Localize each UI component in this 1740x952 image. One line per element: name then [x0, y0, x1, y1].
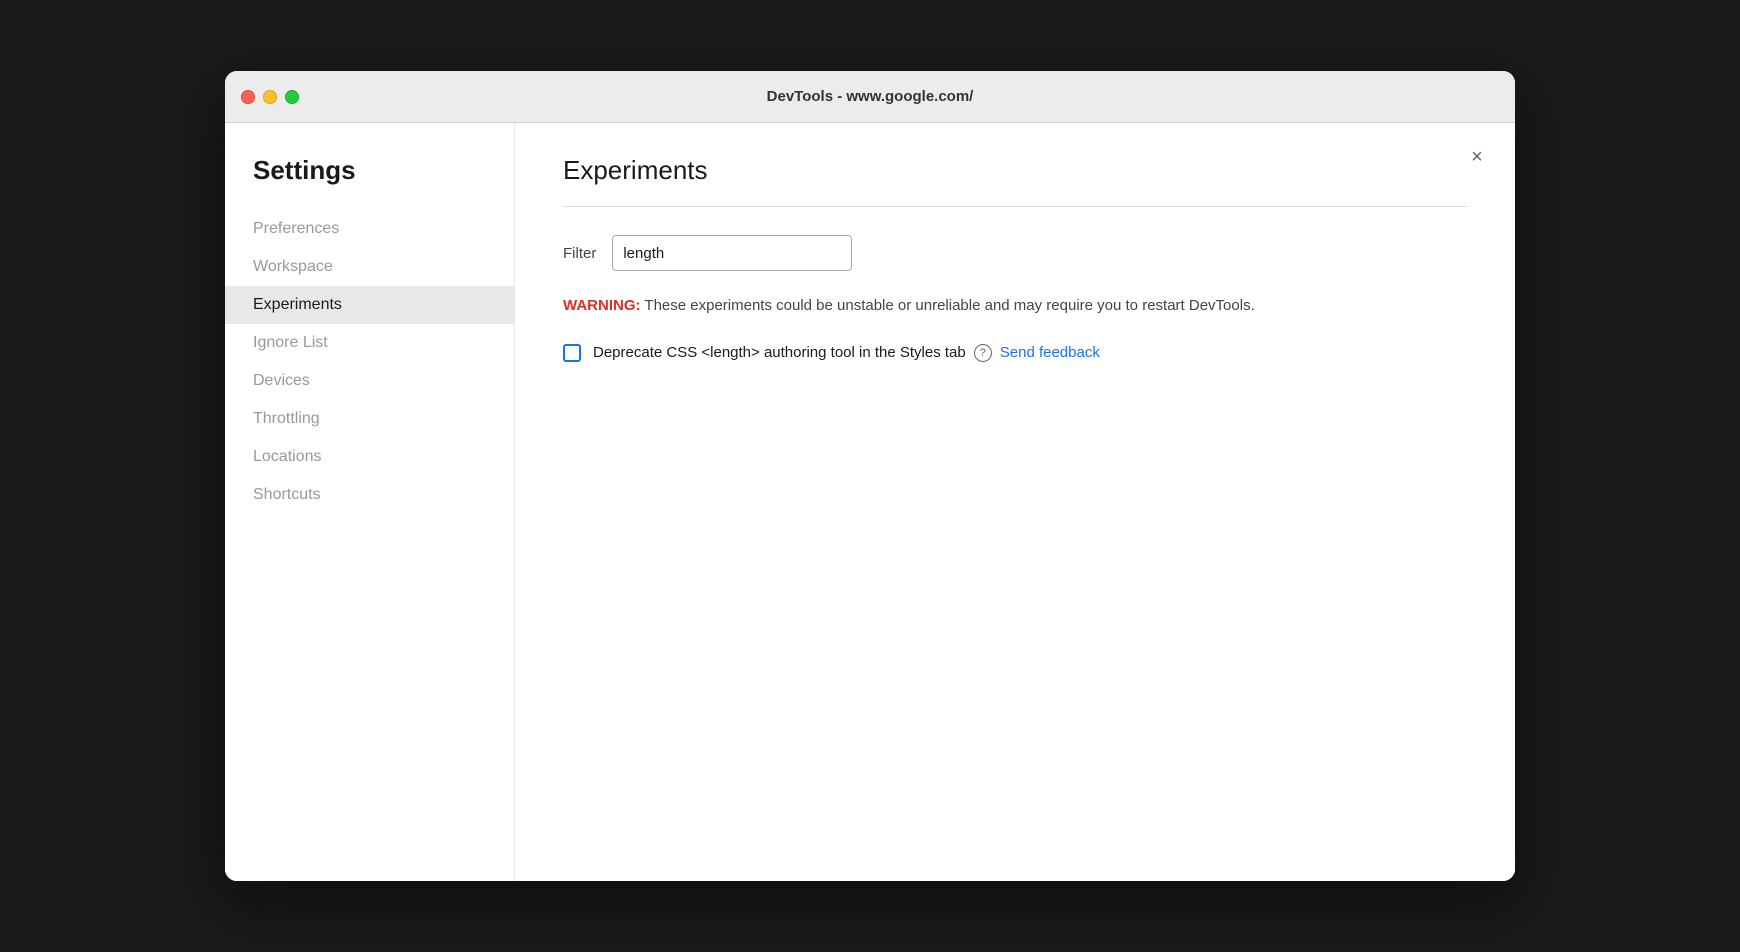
sidebar-item-ignore-list[interactable]: Ignore List	[225, 324, 514, 362]
experiment-checkbox[interactable]	[563, 344, 581, 362]
sidebar-item-devices[interactable]: Devices	[225, 362, 514, 400]
page-title: Experiments	[563, 155, 1467, 186]
filter-label: Filter	[563, 245, 596, 262]
experiment-item: Deprecate CSS <length> authoring tool in…	[563, 342, 1467, 365]
sidebar-item-throttling[interactable]: Throttling	[225, 400, 514, 438]
sidebar-item-workspace[interactable]: Workspace	[225, 248, 514, 286]
sidebar-item-locations[interactable]: Locations	[225, 438, 514, 476]
experiment-label: Deprecate CSS <length> authoring tool in…	[593, 342, 1100, 365]
help-icon[interactable]: ?	[974, 344, 992, 362]
experiment-label-text: Deprecate CSS <length> authoring tool in…	[593, 342, 966, 365]
main-content: × Experiments Filter WARNING: These expe…	[515, 123, 1515, 881]
warning-label: WARNING:	[563, 297, 641, 314]
minimize-traffic-light[interactable]	[263, 90, 277, 104]
window-content: Settings Preferences Workspace Experimen…	[225, 123, 1515, 881]
titlebar: DevTools - www.google.com/	[225, 71, 1515, 123]
titlebar-title: DevTools - www.google.com/	[767, 88, 974, 105]
sidebar-item-preferences[interactable]: Preferences	[225, 210, 514, 248]
sidebar-nav: Preferences Workspace Experiments Ignore…	[225, 210, 514, 514]
send-feedback-link[interactable]: Send feedback	[1000, 342, 1100, 365]
sidebar-title: Settings	[225, 155, 514, 210]
sidebar: Settings Preferences Workspace Experimen…	[225, 123, 515, 881]
filter-input[interactable]	[612, 235, 852, 271]
divider	[563, 206, 1467, 207]
sidebar-item-shortcuts[interactable]: Shortcuts	[225, 476, 514, 514]
traffic-lights	[241, 90, 299, 104]
devtools-window: DevTools - www.google.com/ Settings Pref…	[225, 71, 1515, 881]
warning-description: These experiments could be unstable or u…	[644, 297, 1254, 314]
close-button[interactable]: ×	[1463, 143, 1491, 171]
close-traffic-light[interactable]	[241, 90, 255, 104]
filter-row: Filter	[563, 235, 1467, 271]
maximize-traffic-light[interactable]	[285, 90, 299, 104]
sidebar-item-experiments[interactable]: Experiments	[225, 286, 514, 324]
warning-text: WARNING: These experiments could be unst…	[563, 295, 1467, 318]
